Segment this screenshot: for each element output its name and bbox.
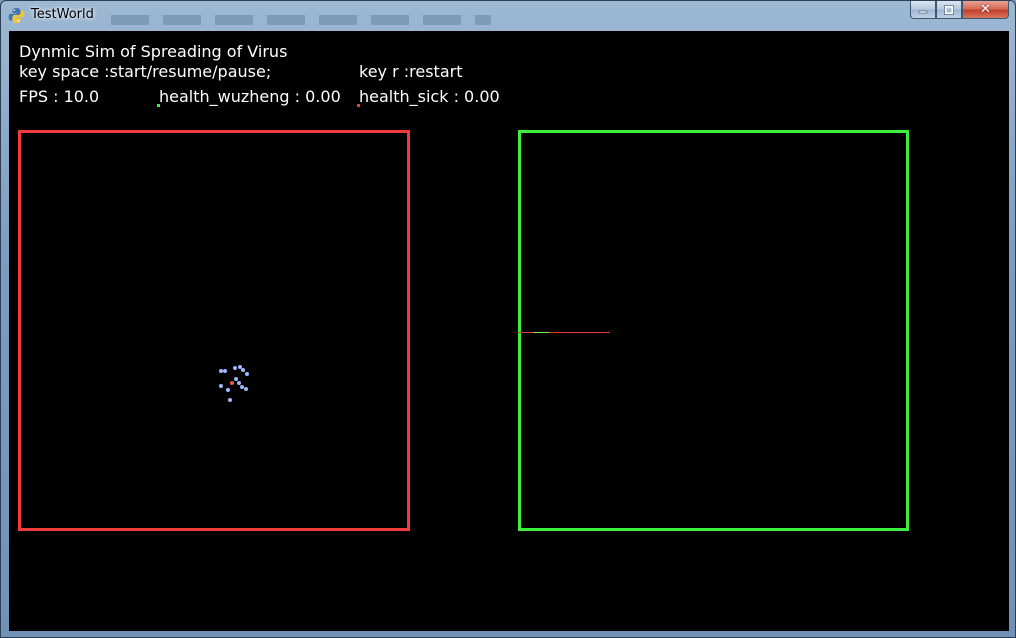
particle (219, 384, 223, 388)
chart-area (518, 130, 909, 531)
sick-trend-line (518, 332, 610, 333)
maximize-button[interactable] (936, 1, 962, 19)
particle (228, 398, 232, 402)
fps-readout: FPS : 10.0 (19, 87, 100, 106)
health-wuzheng-readout: health_wuzheng : 0.00 (159, 87, 341, 106)
window-title: TestWorld (31, 7, 94, 22)
health-sick-readout: health_sick : 0.00 (359, 87, 500, 106)
particle (241, 368, 245, 372)
particle (223, 369, 227, 373)
close-icon: ✕ (980, 2, 991, 17)
app-window: TestWorld ✕ Dynmic Sim of Spreading of V… (0, 0, 1016, 638)
close-button[interactable]: ✕ (962, 1, 1009, 19)
minimize-icon (918, 10, 928, 13)
caption-buttons: ✕ (910, 1, 1009, 20)
particle (226, 388, 230, 392)
sick-particle (230, 381, 234, 385)
simulation-canvas[interactable]: Dynmic Sim of Spreading of Virus key spa… (9, 31, 1009, 631)
maximize-icon (944, 4, 954, 15)
particle (233, 366, 237, 370)
python-snake-icon (8, 7, 25, 24)
simulation-area (18, 130, 410, 531)
key-space-hint: key space :start/resume/pause; (19, 62, 272, 81)
title-bar[interactable]: TestWorld ✕ (1, 1, 1015, 30)
wuzheng-trend-line (533, 332, 549, 333)
title-bar-reflection (111, 15, 491, 25)
key-r-hint: key r :restart (359, 62, 463, 81)
particle (244, 387, 248, 391)
particle (245, 372, 249, 376)
sim-title: Dynmic Sim of Spreading of Virus (19, 42, 288, 61)
minimize-button[interactable] (910, 1, 936, 19)
